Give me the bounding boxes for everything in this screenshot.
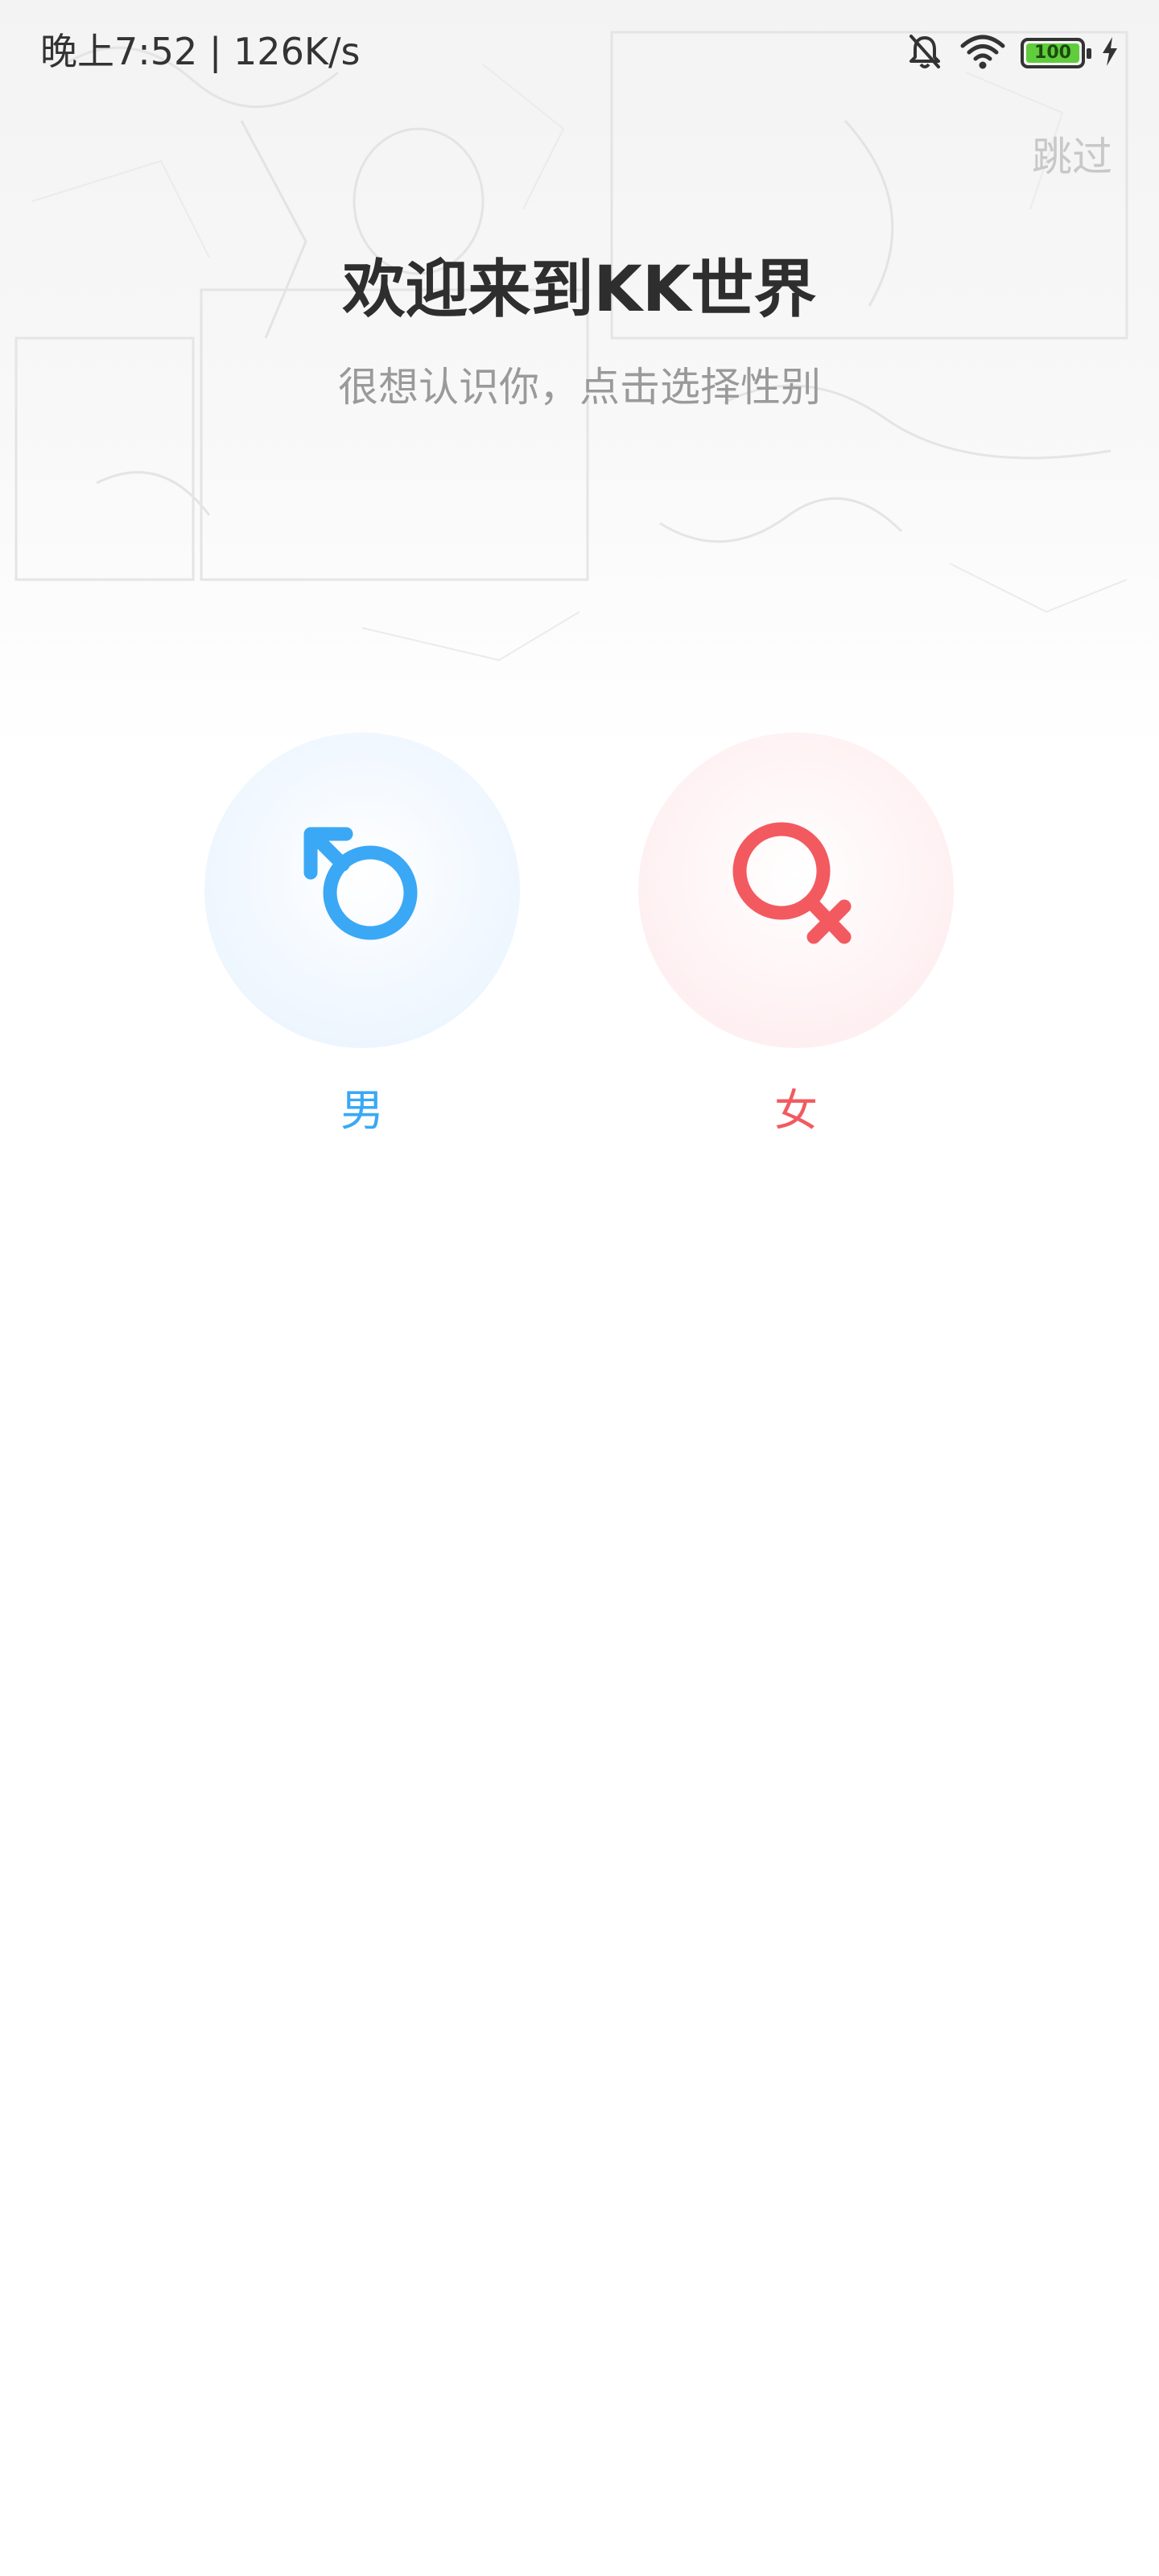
- charging-icon: [1099, 35, 1120, 71]
- mute-bell-icon: [905, 31, 945, 75]
- female-symbol-icon: [724, 816, 868, 964]
- page-subtitle: 很想认识你，点击选择性别: [338, 364, 821, 411]
- skip-button[interactable]: 跳过: [1032, 129, 1112, 185]
- male-symbol-icon: [290, 816, 435, 964]
- status-time-speed: 晚上7:52 | 126K/s: [40, 30, 361, 73]
- status-bar: 晚上7:52 | 126K/s 100: [0, 0, 1159, 105]
- male-circle-button[interactable]: [204, 733, 520, 1048]
- status-icons: 100: [905, 29, 1120, 77]
- female-option[interactable]: 女: [638, 733, 954, 1143]
- wifi-icon: [959, 31, 1006, 75]
- female-circle-button[interactable]: [638, 733, 954, 1048]
- battery-icon: 100: [1021, 38, 1091, 68]
- male-label: 男: [340, 1085, 384, 1136]
- female-label: 女: [774, 1085, 818, 1136]
- male-option[interactable]: 男: [204, 733, 520, 1143]
- page-title: 欢迎来到KK世界: [342, 254, 817, 326]
- battery-level: 100: [1026, 43, 1079, 63]
- gender-selection-screen: 晚上7:52 | 126K/s 100 跳过 欢迎来到KK世界 很想认识你，点击…: [0, 0, 1159, 2576]
